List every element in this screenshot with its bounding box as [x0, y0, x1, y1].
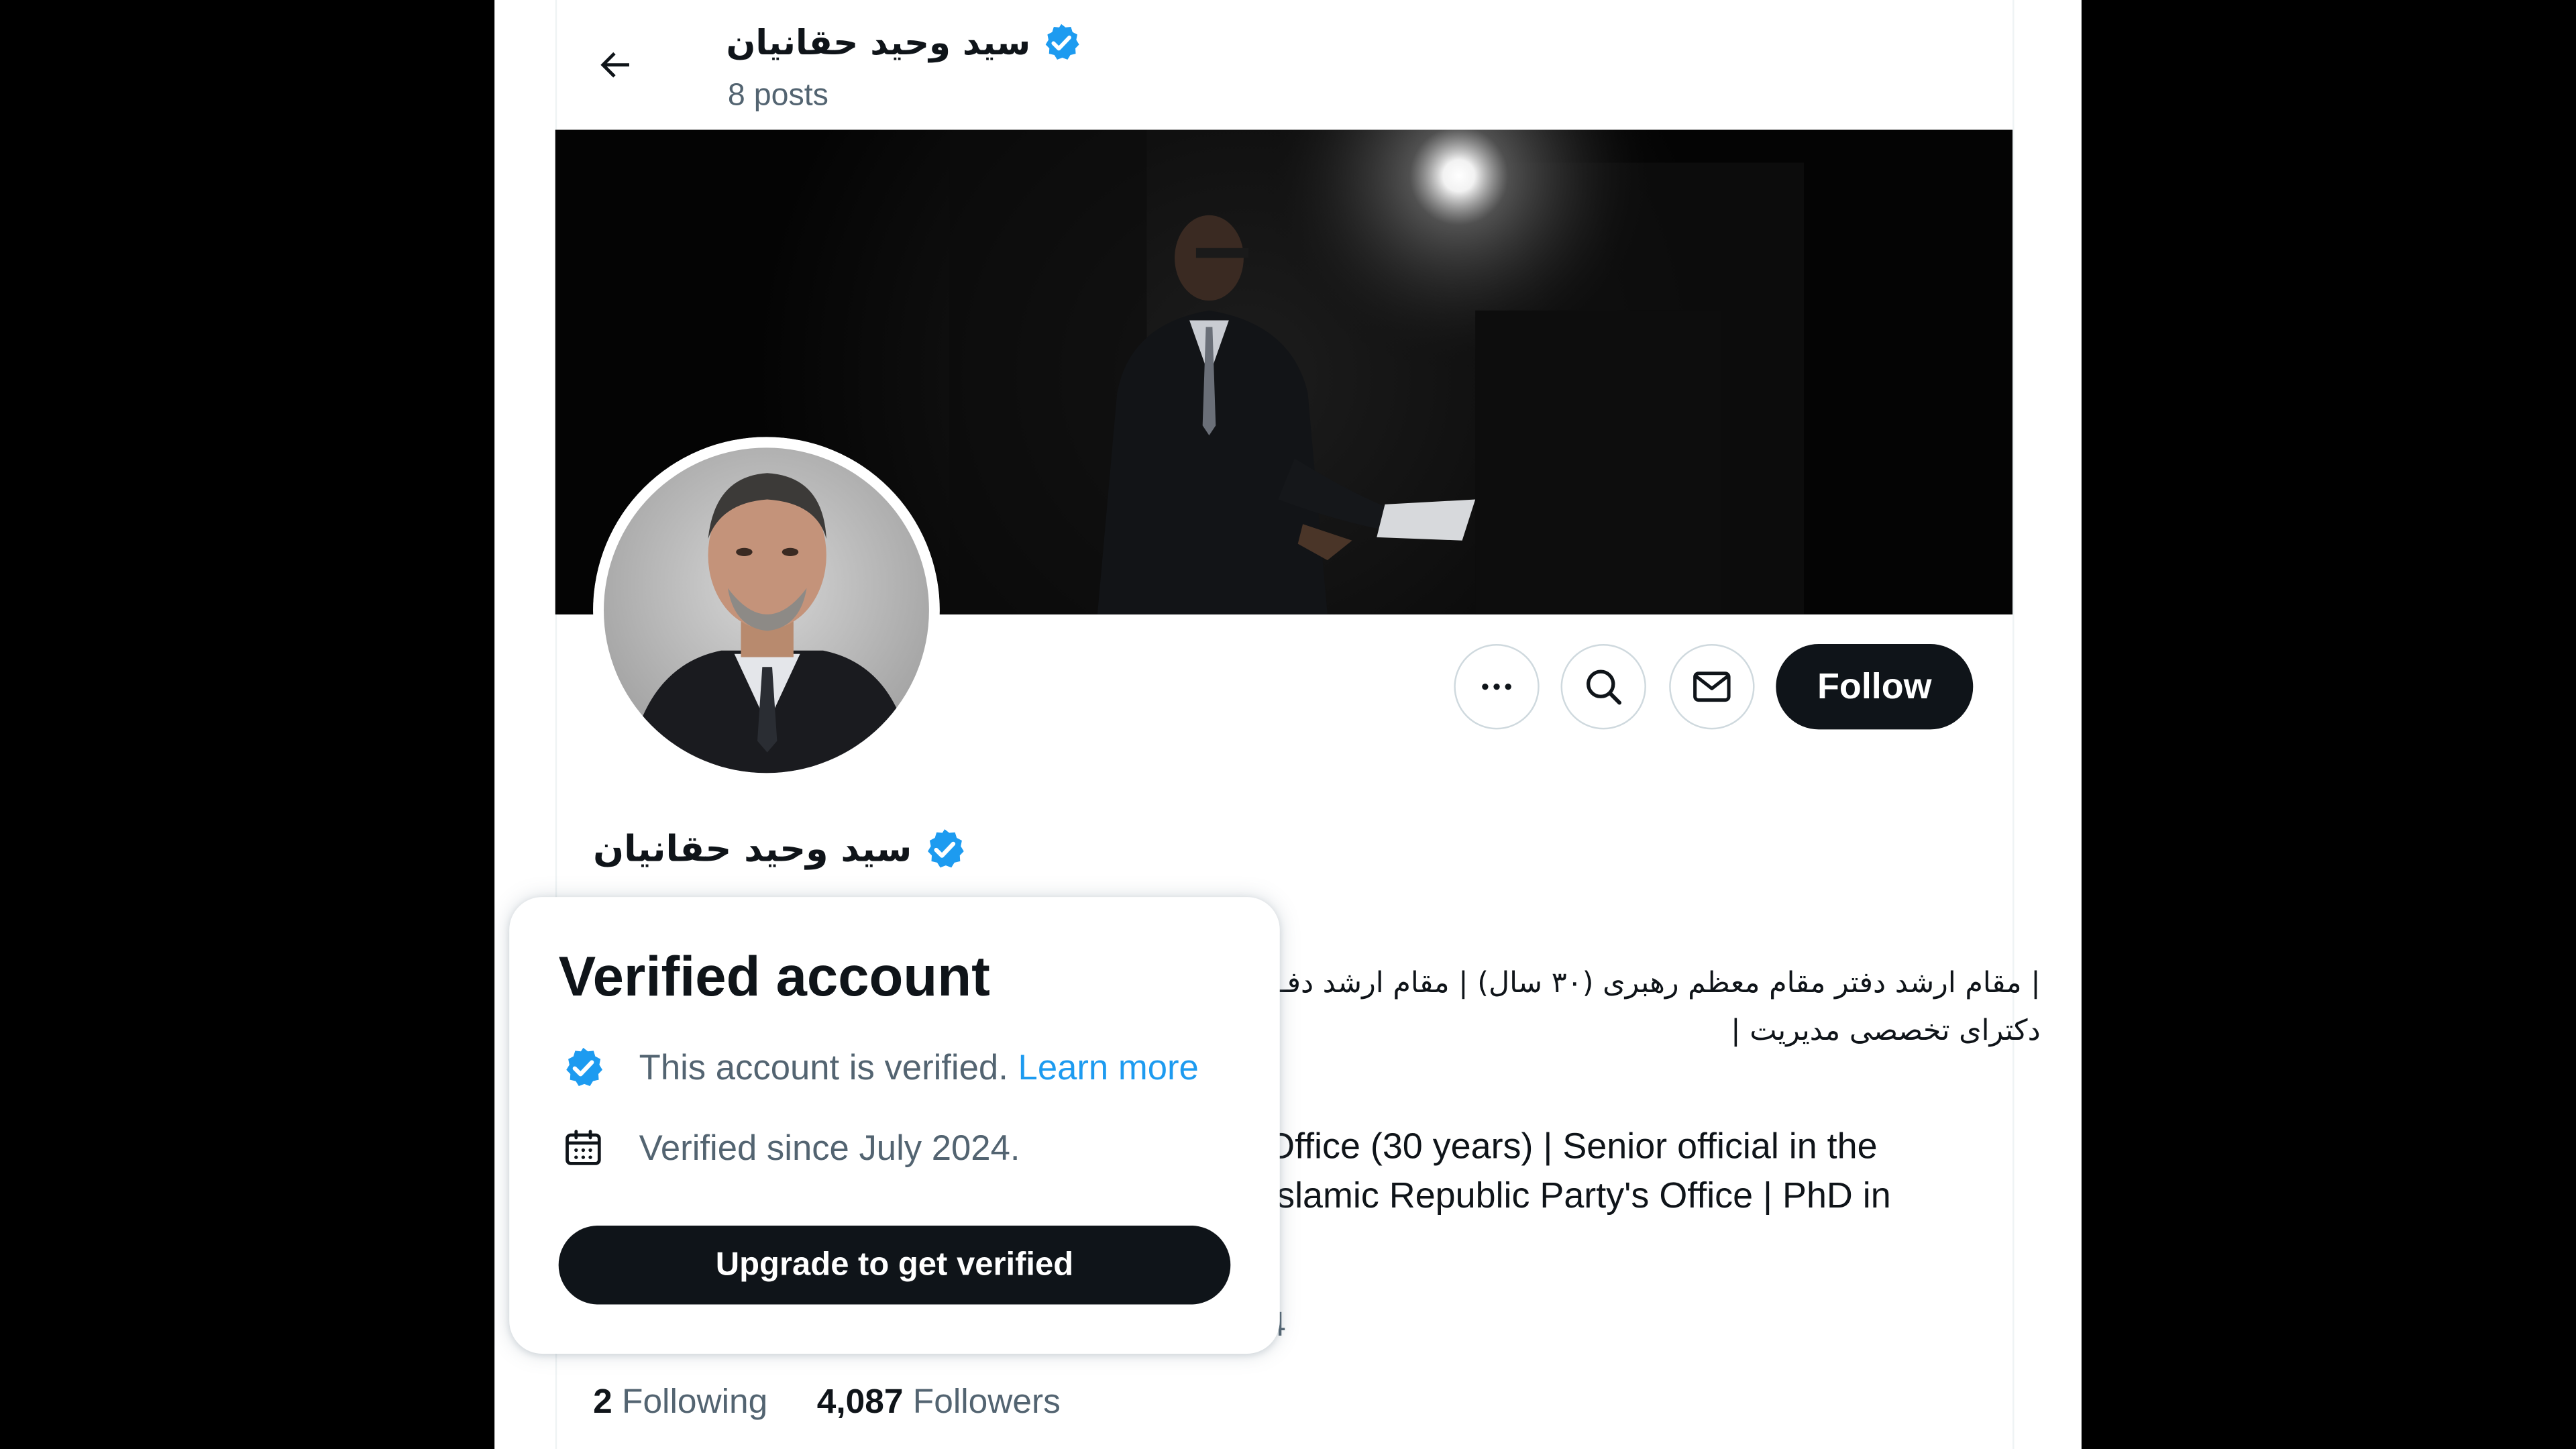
header-display-name: سید وحید حقانیان [726, 23, 1031, 63]
verified-status-row: This account is verified. Learn more [559, 1043, 1199, 1092]
profile-display-name: سید وحید حقانیان [593, 828, 912, 870]
follow-stats: 2 Following 4,087 Followers [593, 1383, 1061, 1423]
search-profile-button[interactable] [1560, 644, 1646, 730]
hovercard-title: Verified account [558, 946, 990, 1009]
profile-avatar[interactable] [593, 437, 940, 784]
mail-icon [1693, 672, 1731, 702]
followers-count: 4,087 [816, 1383, 904, 1421]
search-icon [1587, 669, 1622, 705]
verified-since-text: Verified since July 2024. [639, 1128, 1020, 1168]
viewport: سید وحید حقانیان 8 posts Follow سید وحید… [0, 0, 2576, 1449]
follow-button[interactable]: Follow [1776, 644, 1974, 730]
back-arrow-icon [600, 52, 629, 78]
verified-since-row: Verified since July 2024. [559, 1124, 1020, 1173]
calendar-icon [559, 1124, 608, 1173]
upgrade-to-get-verified-button[interactable]: Upgrade to get verified [558, 1225, 1231, 1305]
profile-display-name-row: سید وحید حقانیان [593, 822, 968, 877]
verified-badge-icon[interactable] [922, 826, 968, 873]
learn-more-link[interactable]: Learn more [1018, 1047, 1199, 1088]
more-icon [1482, 684, 1511, 690]
following-link[interactable]: 2 Following [593, 1383, 767, 1423]
following-count: 2 [593, 1383, 612, 1421]
message-button[interactable] [1669, 644, 1755, 730]
verified-badge-icon [559, 1043, 608, 1092]
back-button[interactable] [585, 33, 647, 95]
avatar-photo [593, 437, 940, 784]
more-button[interactable] [1454, 644, 1540, 730]
header-title: سید وحید حقانیان [726, 16, 1083, 68]
verified-status-text: This account is verified. [639, 1047, 1008, 1087]
followers-label: Followers [912, 1383, 1061, 1421]
following-label: Following [622, 1383, 768, 1421]
verified-badge-icon [1046, 23, 1080, 60]
followers-link[interactable]: 4,087 Followers [817, 1383, 1061, 1423]
column-border-right [2012, 0, 2015, 1449]
posts-count: 8 posts [727, 78, 828, 113]
verified-account-hovercard: Verified account This account is verifie… [509, 897, 1280, 1354]
